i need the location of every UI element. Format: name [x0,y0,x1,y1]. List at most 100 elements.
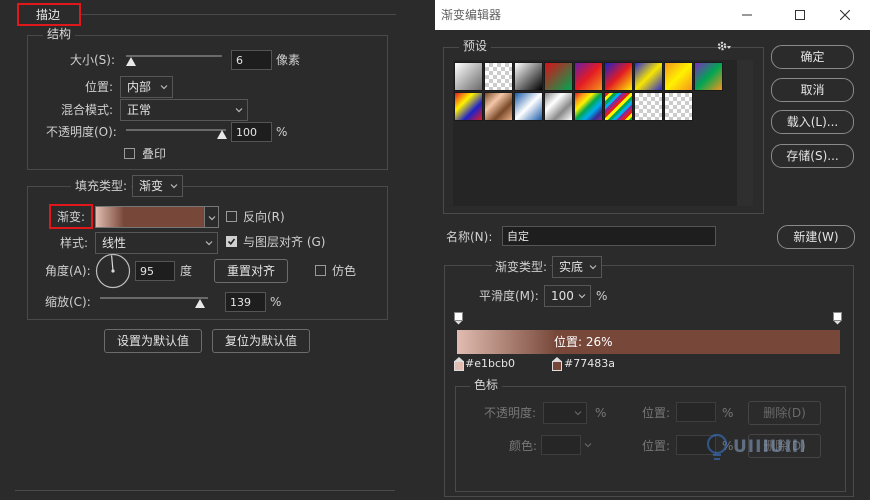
overprint-label: 叠印 [142,147,167,161]
chevron-down-icon [574,411,582,416]
position-select[interactable]: 内部 [120,76,173,98]
preset-swatch[interactable] [454,92,483,121]
size-slider-track[interactable] [126,55,222,57]
fill-type-select[interactable]: 渐变 [132,175,183,197]
watermark-logo: UIIIUIII [706,433,807,460]
name-label: 名称(N): [446,230,493,244]
preset-swatch[interactable] [454,62,483,91]
svg-text:UIIIUIII: UIIIUIII [733,437,807,457]
gradient-dropdown-button[interactable] [204,206,219,228]
title-bar[interactable]: 渐变编辑器 [435,0,870,30]
fill-type-value: 渐变 [139,179,164,193]
gear-icon[interactable] [716,40,732,52]
color-stop-left-hex: #e1bcb0 [465,357,515,370]
preset-swatch[interactable] [604,62,633,91]
angle-input[interactable] [135,261,175,281]
position-label: 位置: [85,80,114,94]
preset-swatch[interactable] [544,92,573,121]
dither-checkbox[interactable] [315,265,326,276]
scale-slider-track[interactable] [100,297,208,299]
close-icon[interactable] [840,10,850,20]
angle-label: 角度(A): [45,264,91,278]
stop-color-swatch [541,435,581,455]
preset-swatch[interactable] [574,92,603,121]
set-default-button[interactable]: 设置为默认值 [104,329,202,353]
preset-swatch[interactable] [544,62,573,91]
preset-swatch[interactable] [514,62,543,91]
size-input[interactable] [231,50,272,70]
chevron-down-icon [589,265,597,270]
fill-type-label: 填充类型: [71,178,132,194]
stop-opacity-label: 不透明度: [484,406,537,420]
preset-swatch[interactable] [484,92,513,121]
preset-swatch[interactable] [694,62,723,91]
preset-swatch[interactable] [574,62,603,91]
cancel-button[interactable]: 取消 [771,78,854,102]
stop-opacity-unit: % [595,406,607,420]
align-with-layer-checkbox[interactable] [226,236,237,247]
name-input[interactable] [502,226,716,246]
size-label: 大小(S): [70,53,116,67]
preset-swatch[interactable] [634,62,663,91]
preset-swatch[interactable] [604,92,633,121]
opacity-stop-right[interactable] [833,312,842,325]
position-select-value: 内部 [127,80,152,94]
bottom-divider [15,490,395,491]
stroke-panel: 描边 结构 大小(S): 像素 位置: 内部 混合模式: 正常 不透明度(O):… [0,0,430,500]
size-slider-thumb[interactable] [126,57,136,66]
ok-button[interactable]: 确定 [771,45,854,69]
delete-opacity-stop-button: 删除(D) [748,401,821,425]
angle-dial[interactable] [95,253,131,289]
dither-label: 仿色 [332,264,357,278]
color-stop-right[interactable] [552,357,562,371]
location-readout: 位置: 26% [554,335,613,349]
opacity-unit: % [276,125,288,139]
angle-unit: 度 [180,264,193,278]
style-select[interactable]: 线性 [95,232,218,254]
stop-location-label-2: 位置: [642,439,671,453]
smoothness-label: 平滑度(M): [479,289,539,303]
reset-alignment-button[interactable]: 重置对齐 [214,259,288,283]
save-button[interactable]: 存储(S)... [771,144,854,168]
scale-slider-thumb[interactable] [195,299,205,308]
blend-mode-value: 正常 [127,103,152,117]
chevron-down-icon [235,108,243,113]
gradient-type-select[interactable]: 实底 [552,256,602,278]
new-button[interactable]: 新建(W) [777,225,855,249]
preset-swatch[interactable] [664,92,693,121]
gradient-type-value: 实底 [559,260,584,274]
gradient-preview[interactable] [95,206,205,228]
blend-mode-select[interactable]: 正常 [120,99,248,121]
opacity-slider-track[interactable] [126,129,226,131]
preset-swatch[interactable] [514,92,543,121]
maximize-icon[interactable] [795,10,805,20]
chevron-down-icon [205,241,213,246]
color-stop-left[interactable] [454,357,464,371]
preset-swatch[interactable] [634,92,663,121]
style-select-value: 线性 [102,236,127,250]
preset-swatch[interactable] [484,62,513,91]
stop-location-input-1 [676,402,716,422]
opacity-input[interactable] [231,122,272,142]
size-unit: 像素 [276,53,301,67]
minimize-icon[interactable] [742,10,752,20]
opacity-slider-thumb[interactable] [217,130,227,139]
preset-swatch[interactable] [664,62,693,91]
presets-scrollbar[interactable] [737,60,753,206]
title-divider [81,14,396,15]
scale-input[interactable] [225,292,266,312]
chevron-down-icon [578,294,586,299]
stop-opacity-select [543,402,587,424]
blend-mode-label: 混合模式: [61,103,114,117]
reset-default-button[interactable]: 复位为默认值 [212,329,310,353]
opacity-stop-left[interactable] [454,312,463,325]
stop-color-label: 颜色: [509,439,538,453]
overprint-checkbox[interactable] [124,148,135,159]
reverse-checkbox[interactable] [226,211,237,222]
gradient-bar[interactable]: 位置: 26% [457,330,840,354]
load-button[interactable]: 载入(L)... [771,110,854,134]
smoothness-select[interactable]: 100 [544,285,591,307]
opacity-label: 不透明度(O): [46,125,117,139]
stroke-section-title: 描边 [36,8,61,22]
align-with-layer-label: 与图层对齐 (G) [243,235,326,249]
